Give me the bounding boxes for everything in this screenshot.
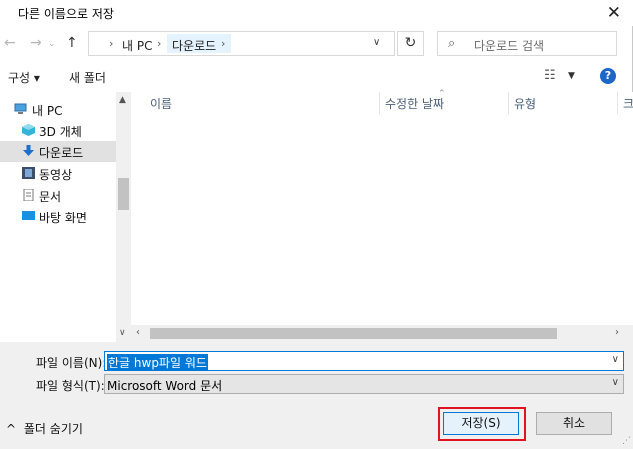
- search-input[interactable]: 다운로드 검색: [474, 37, 544, 54]
- cancel-button[interactable]: 취소: [536, 412, 612, 435]
- nav-label: 다운로드: [39, 146, 84, 160]
- column-divider[interactable]: [617, 92, 618, 114]
- breadcrumb-this-pc[interactable]: 내 PC: [122, 37, 152, 54]
- nav-label: 바탕 화면: [39, 211, 87, 225]
- column-divider[interactable]: [508, 92, 509, 114]
- up-arrow-icon[interactable]: ↑: [66, 35, 78, 51]
- horizontal-scrollbar[interactable]: ‹ ›: [131, 325, 633, 342]
- filetype-select[interactable]: Microsoft Word 문서 ∨: [104, 374, 624, 394]
- filename-dropdown-icon[interactable]: ∨: [612, 354, 619, 365]
- breadcrumb-chevron-icon[interactable]: ›: [221, 37, 225, 50]
- breadcrumb-chevron-icon[interactable]: ›: [157, 37, 161, 50]
- filename-label: 파일 이름(N):: [36, 356, 107, 370]
- dialog-title: 다른 이름으로 저장: [18, 7, 114, 21]
- new-folder-button[interactable]: 새 폴더: [69, 69, 106, 86]
- breadcrumb-chevron-icon[interactable]: ›: [109, 37, 113, 50]
- search-box[interactable]: ⌕ 다운로드 검색: [437, 31, 617, 56]
- nav-item-downloads[interactable]: 다운로드: [0, 141, 116, 162]
- filename-input[interactable]: 한글 hwp파일 워드: [107, 354, 208, 371]
- nav-label: 문서: [39, 190, 62, 204]
- column-header-name[interactable]: 이름: [150, 95, 172, 112]
- filetype-dropdown-icon[interactable]: ∨: [612, 377, 619, 388]
- desktop-icon: [22, 211, 35, 220]
- forward-arrow-icon[interactable]: →: [30, 35, 42, 51]
- filetype-value: Microsoft Word 문서: [107, 379, 223, 393]
- back-arrow-icon[interactable]: ←: [4, 35, 16, 51]
- filename-field[interactable]: 한글 hwp파일 워드 ∨: [104, 351, 624, 371]
- filetype-label: 파일 형식(T):: [36, 379, 105, 393]
- title-bar: 다른 이름으로 저장 ✕: [0, 0, 633, 26]
- search-icon: ⌕: [448, 36, 456, 51]
- nav-label: 3D 개체: [39, 125, 82, 139]
- hide-folders-toggle[interactable]: ^ 폴더 숨기기: [6, 420, 83, 437]
- scroll-left-arrow-icon[interactable]: ‹: [136, 327, 140, 338]
- close-icon[interactable]: ✕: [607, 3, 621, 23]
- nav-item-desktop[interactable]: 바탕 화면: [0, 206, 116, 227]
- view-options-icon[interactable]: ☷: [544, 68, 556, 83]
- help-icon[interactable]: ?: [600, 68, 616, 84]
- scroll-down-arrow-icon[interactable]: ∨: [119, 328, 126, 338]
- refresh-button[interactable]: ↻: [397, 31, 424, 56]
- column-header-type[interactable]: 유형: [514, 95, 536, 112]
- cube-icon: [22, 124, 35, 136]
- save-as-dialog: 다른 이름으로 저장 ✕ ← → ⌄ ↑ › 내 PC › 다운로드 › ∨ ↻…: [0, 0, 633, 449]
- nav-item-videos[interactable]: 동영상: [0, 163, 116, 184]
- scroll-right-arrow-icon[interactable]: ›: [615, 327, 619, 338]
- save-button[interactable]: 저장(S): [443, 412, 519, 435]
- address-bar[interactable]: › 내 PC › 다운로드 › ∨: [88, 31, 395, 56]
- address-row: ← → ⌄ ↑ › 내 PC › 다운로드 › ∨ ↻ ⌕ 다운로드 검색: [0, 26, 633, 62]
- resize-grip-icon[interactable]: ⋰: [622, 436, 631, 446]
- save-options-panel: 파일 이름(N): 한글 hwp파일 워드 ∨ 파일 형식(T): Micros…: [0, 342, 633, 449]
- nav-label: 동영상: [39, 168, 73, 182]
- scrollbar-thumb[interactable]: [118, 178, 129, 210]
- column-header-size[interactable]: 크: [623, 95, 633, 112]
- nav-label: 내 PC: [32, 104, 63, 118]
- film-icon: [22, 167, 35, 179]
- hide-folders-label: 폴더 숨기기: [23, 422, 83, 436]
- organize-button[interactable]: 구성 ▾: [8, 69, 40, 86]
- document-icon: [23, 189, 34, 201]
- file-list[interactable]: 이름 ⌃ 수정한 날짜 유형 크 ‹ ›: [131, 89, 633, 342]
- column-divider[interactable]: [379, 92, 380, 114]
- navigation-pane: 내 PC 3D 개체 다운로드 동영상 문서 바탕 화면: [0, 92, 116, 342]
- recent-locations-chevron-icon[interactable]: ⌄: [48, 39, 56, 49]
- nav-item-3d-objects[interactable]: 3D 개체: [0, 120, 116, 141]
- nav-item-documents[interactable]: 문서: [0, 185, 116, 206]
- view-dropdown-icon[interactable]: ▼: [568, 71, 575, 81]
- scrollbar-thumb[interactable]: [150, 328, 557, 339]
- navigation-scrollbar[interactable]: ▲ ∨: [116, 92, 131, 342]
- download-arrow-icon: [23, 145, 34, 156]
- chevron-up-icon: ^: [6, 422, 17, 436]
- computer-icon: [14, 103, 27, 114]
- breadcrumb-downloads[interactable]: 다운로드: [172, 37, 216, 54]
- column-header-date-modified[interactable]: 수정한 날짜: [385, 95, 444, 112]
- nav-item-this-pc[interactable]: 내 PC: [0, 99, 116, 120]
- address-history-dropdown-icon[interactable]: ∨: [373, 37, 380, 48]
- scroll-up-arrow-icon[interactable]: ▲: [119, 95, 126, 105]
- command-toolbar: 구성 ▾ 새 폴더 ☷ ▼ ?: [0, 62, 633, 90]
